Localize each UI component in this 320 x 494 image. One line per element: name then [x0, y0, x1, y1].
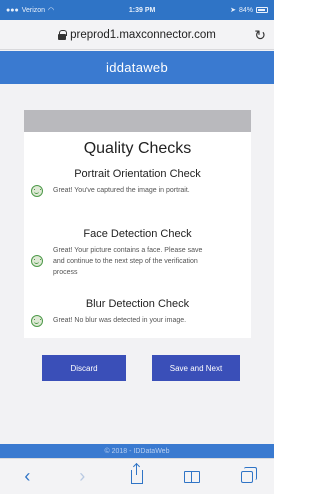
tabs-button[interactable] — [235, 465, 259, 489]
lock-icon — [58, 29, 68, 40]
carrier-label: Verizon — [21, 6, 46, 14]
save-and-next-button[interactable]: Save and Next — [152, 355, 240, 381]
quality-checks-card: Quality Checks Portrait Orientation Chec… — [24, 110, 251, 338]
bookmarks-button[interactable] — [180, 465, 204, 489]
tabs-icon — [240, 466, 257, 483]
status-time: 1:39 PM — [128, 6, 156, 14]
check-message: Great! You've captured the image in port… — [53, 187, 190, 194]
card-image-placeholder — [24, 110, 251, 132]
success-smile-icon — [31, 255, 43, 267]
share-button[interactable] — [125, 463, 149, 489]
back-icon[interactable]: ‹ — [15, 465, 39, 489]
check-message: Great! Your picture contains a face. Ple… — [53, 247, 203, 276]
signal-icon: ●●● — [6, 6, 19, 14]
reload-icon[interactable]: ↻ — [254, 27, 266, 44]
discard-button[interactable]: Discard — [42, 355, 126, 381]
book-icon — [183, 470, 200, 483]
check-message: Great! No blur was detected in your imag… — [53, 317, 187, 324]
page-footer: © 2018 - IDDataWeb — [0, 444, 274, 458]
url-text[interactable]: preprod1.maxconnector.com — [70, 29, 216, 41]
check-face: Face Detection Check Great! Your picture… — [24, 228, 251, 278]
battery-percent: 84% — [238, 6, 253, 14]
check-blur: Blur Detection Check Great! No blur was … — [24, 298, 251, 327]
success-smile-icon — [31, 185, 43, 197]
app-title: iddataweb — [106, 60, 168, 75]
app-header: iddataweb — [0, 51, 274, 84]
browser-address-bar[interactable]: preprod1.maxconnector.com ↻ — [0, 20, 274, 50]
check-heading: Face Detection Check — [83, 228, 192, 240]
battery-icon — [255, 7, 268, 13]
wifi-icon: ◠ — [48, 7, 55, 14]
check-portrait: Portrait Orientation Check Great! You've… — [24, 168, 251, 197]
share-icon — [130, 463, 143, 484]
status-bar: ●●● Verizon ◠ 1:39 PM ➤ 84% — [0, 0, 274, 20]
success-smile-icon — [31, 315, 43, 327]
forward-icon[interactable]: › — [70, 465, 94, 489]
check-heading: Blur Detection Check — [85, 298, 190, 310]
phone-screen: ●●● Verizon ◠ 1:39 PM ➤ 84% preprod1.max… — [0, 0, 274, 494]
check-heading: Portrait Orientation Check — [74, 168, 201, 180]
location-icon: ➤ — [230, 7, 236, 14]
quality-checks-title: Quality Checks — [83, 140, 192, 157]
footer-text: © 2018 - IDDataWeb — [104, 447, 170, 455]
browser-toolbar: ‹ › — [0, 458, 274, 494]
